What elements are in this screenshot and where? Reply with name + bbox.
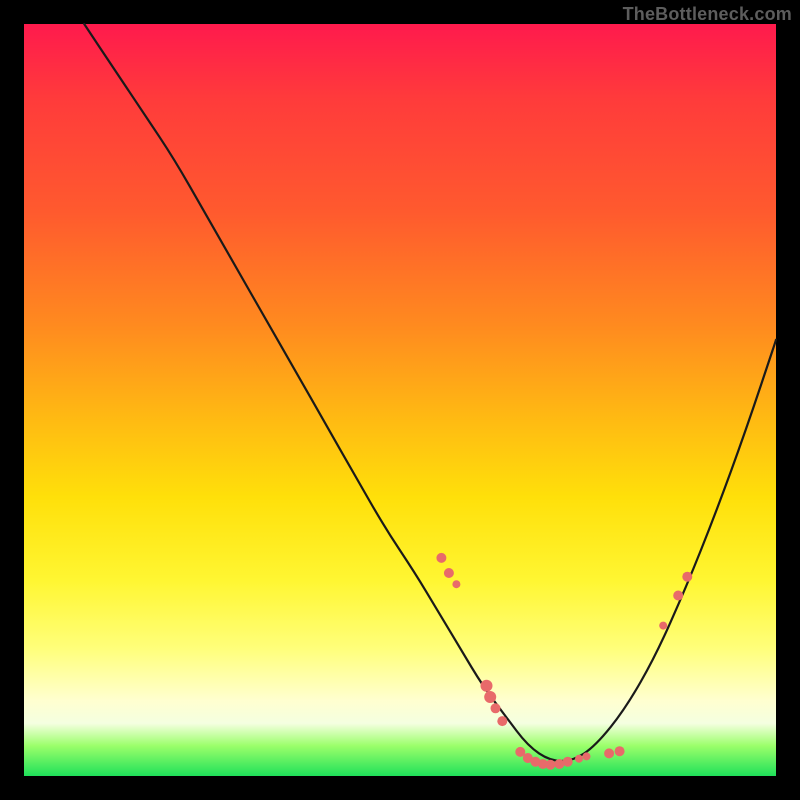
data-marker [604, 748, 614, 758]
data-marker [583, 752, 591, 760]
data-marker [545, 760, 555, 770]
data-marker [563, 757, 573, 767]
data-marker [444, 568, 454, 578]
data-marker [484, 691, 496, 703]
data-marker [436, 553, 446, 563]
data-marker [491, 703, 501, 713]
data-marker [659, 622, 667, 630]
data-marker [615, 746, 625, 756]
watermark-text: TheBottleneck.com [623, 4, 792, 25]
data-marker [682, 572, 692, 582]
data-marker [575, 755, 583, 763]
chart-svg [24, 24, 776, 776]
data-markers [436, 553, 692, 770]
data-marker [673, 591, 683, 601]
chart-frame [24, 24, 776, 776]
bottleneck-curve [84, 24, 776, 761]
data-marker [452, 580, 460, 588]
data-marker [497, 716, 507, 726]
data-marker [481, 680, 493, 692]
